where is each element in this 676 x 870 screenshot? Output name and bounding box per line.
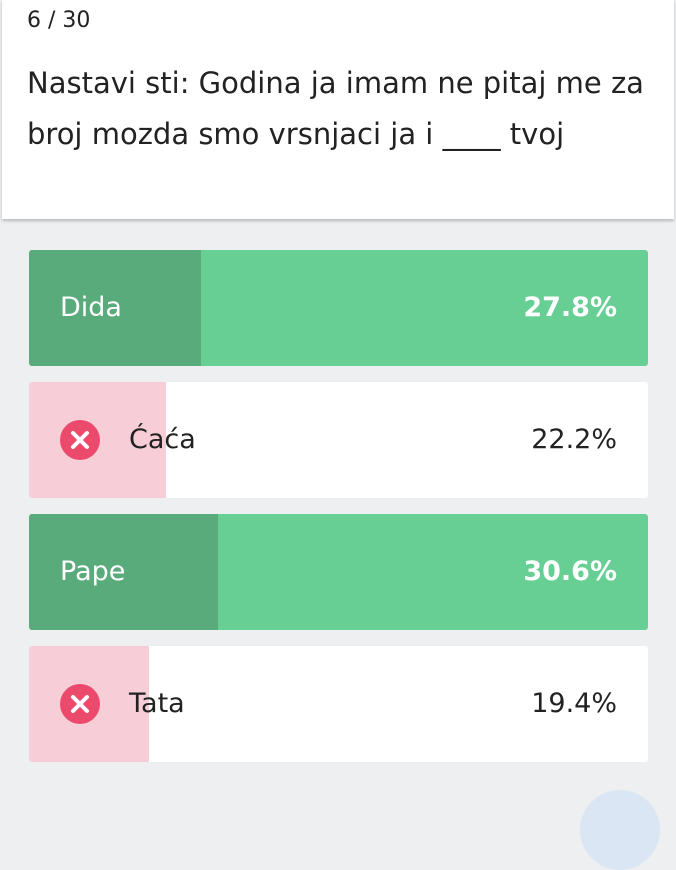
answer-list: Dida 27.8% Ćaća 22.2% Pape 30.6% Tata 19… <box>29 250 648 778</box>
answer-label: Ćaća <box>129 424 196 455</box>
answer-percent: 22.2% <box>531 424 617 455</box>
question-progress: 6 / 30 <box>27 8 91 33</box>
answer-percent: 27.8% <box>523 292 617 323</box>
question-text: Nastavi sti: Godina ja imam ne pitaj me … <box>27 66 644 151</box>
question-card: 6 / 30 Nastavi sti: Godina ja imam ne pi… <box>2 0 674 219</box>
answer-option-dida[interactable]: Dida 27.8% <box>29 250 648 366</box>
x-circle-icon <box>60 420 100 460</box>
answer-option-caca[interactable]: Ćaća 22.2% <box>29 382 648 498</box>
answer-percent: 30.6% <box>523 556 617 587</box>
answer-label: Dida <box>60 292 122 323</box>
answer-label: Tata <box>129 688 185 719</box>
answer-label: Pape <box>60 556 126 587</box>
floating-action-button[interactable] <box>580 790 660 870</box>
answer-percent: 19.4% <box>531 688 617 719</box>
answer-option-tata[interactable]: Tata 19.4% <box>29 646 648 762</box>
answer-option-pape[interactable]: Pape 30.6% <box>29 514 648 630</box>
x-circle-icon <box>60 684 100 724</box>
